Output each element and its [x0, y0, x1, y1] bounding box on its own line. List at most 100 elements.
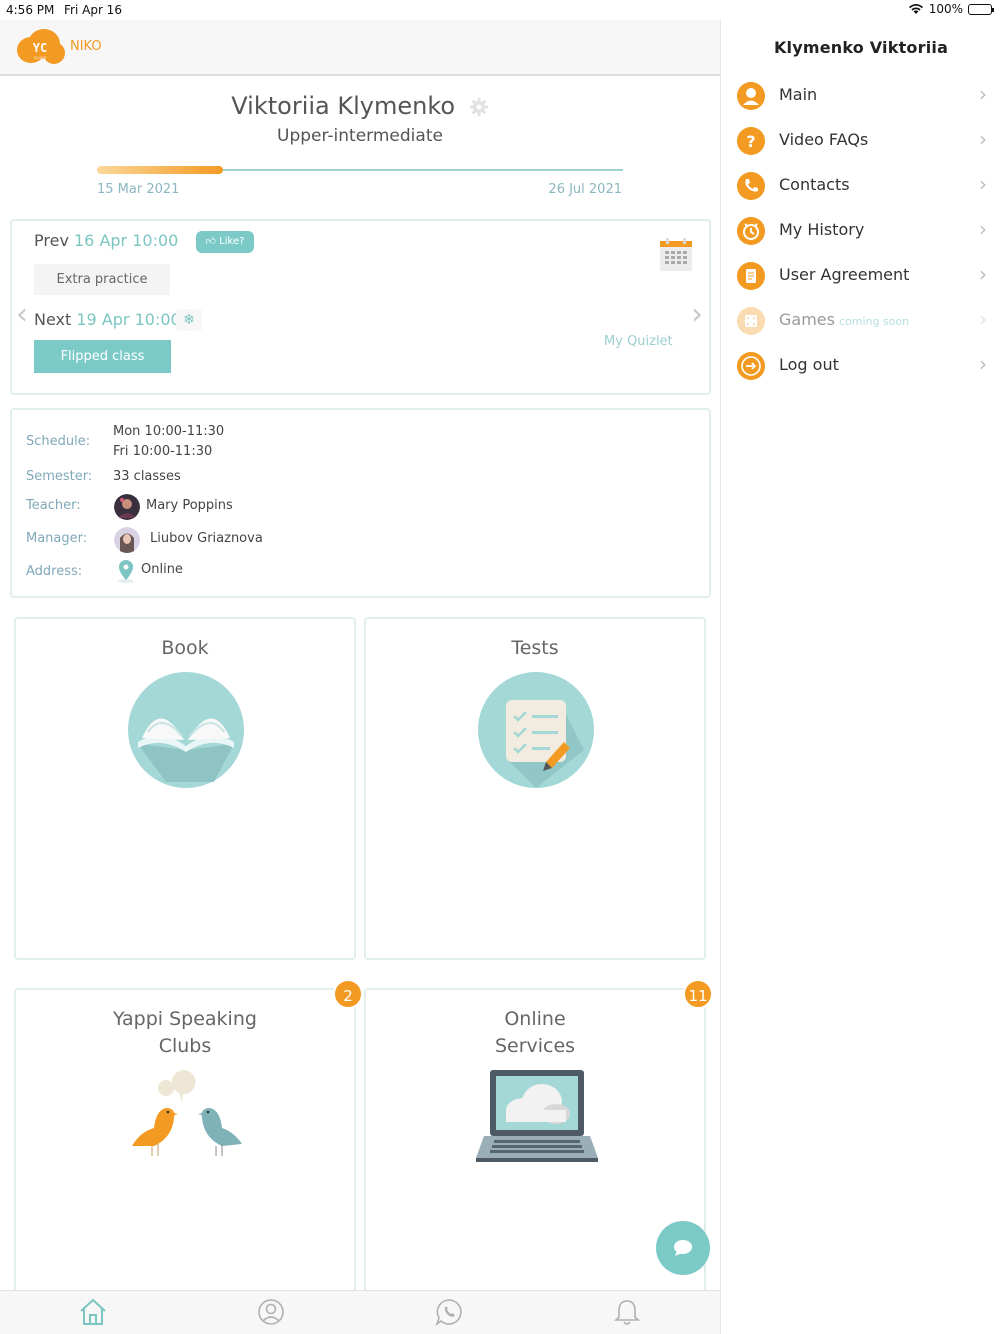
brand-logo[interactable]: YC CLOUD [16, 28, 66, 66]
like-label: Like? [219, 236, 245, 247]
like-button[interactable]: 👍︎ Like? [196, 231, 254, 253]
prev-lesson[interactable]: Prev 16 Apr 10:00 [34, 231, 178, 250]
snowflake-icon[interactable]: ❄ [176, 309, 202, 331]
chevron-right-icon: › [979, 127, 987, 151]
manager-name[interactable]: Liubov Griaznova [150, 531, 263, 546]
yappi-title-line-2: Clubs [158, 1035, 212, 1057]
status-bar: 4:56 PM Fri Apr 16 100% [0, 0, 1000, 20]
chevron-right-icon: › [979, 307, 987, 331]
teacher-label: Teacher: [26, 498, 81, 513]
tests-tile[interactable]: Tests [364, 617, 706, 960]
schedule-line-2: Fri 10:00-11:30 [113, 444, 213, 459]
manager-label: Manager: [26, 531, 88, 546]
chevron-right-icon: › [979, 352, 987, 376]
phone-icon [737, 172, 765, 200]
next-label: Next [34, 310, 72, 329]
main-panel: YC CLOUD NIKO Viktoriia Klymenko Upper-i… [0, 20, 720, 1334]
birds-icon [132, 1069, 242, 1156]
chevron-right-icon: › [979, 217, 987, 241]
logout-icon [737, 352, 765, 380]
address-label: Address: [26, 564, 83, 579]
course-progress-fill [97, 166, 223, 174]
my-quizlet-link[interactable]: My Quizlet [604, 334, 673, 349]
battery-icon [968, 3, 994, 15]
menu-label-main: Main [779, 85, 818, 104]
online-services-tile[interactable]: Online Services [364, 988, 706, 1318]
gear-icon[interactable] [469, 97, 489, 117]
clock-icon [737, 217, 765, 245]
semester-label: Semester: [26, 469, 93, 484]
yappi-speaking-clubs-tile[interactable]: Yappi Speaking Clubs [14, 988, 356, 1318]
chevron-left-icon[interactable]: ‹ [16, 297, 28, 332]
calendar-icon[interactable] [658, 237, 694, 273]
lessons-card: Prev 16 Apr 10:00 👍︎ Like? Extra practic… [10, 219, 711, 395]
wifi-icon [908, 4, 923, 14]
profile-icon[interactable] [256, 1297, 286, 1327]
home-icon[interactable] [78, 1297, 108, 1327]
chat-bubble-icon [674, 1240, 692, 1256]
side-menu-title: Klymenko Viktoriia [773, 38, 949, 57]
profile-level: Upper-intermediate [277, 126, 443, 146]
location-pin-icon [118, 560, 134, 583]
menu-label-user-agreement: User Agreement [779, 265, 910, 284]
bell-icon[interactable] [612, 1297, 642, 1327]
flipped-class-button[interactable]: Flipped class [34, 340, 171, 373]
online-title-line-1: Online [504, 1008, 566, 1030]
document-icon [737, 262, 765, 290]
thumbs-up-icon: 👍︎ [205, 236, 216, 247]
profile-name-text: Viktoriia Klymenko [231, 92, 456, 120]
course-start-date: 15 Mar 2021 [97, 182, 180, 197]
svg-text:YC: YC [33, 41, 47, 55]
whatsapp-icon[interactable] [434, 1297, 464, 1327]
checklist-icon [478, 672, 594, 788]
chevron-right-icon: › [979, 172, 987, 196]
prev-label: Prev [34, 231, 69, 250]
yappi-badge: 2 [333, 979, 363, 1009]
teacher-avatar[interactable] [114, 494, 140, 520]
chevron-right-icon: › [979, 262, 987, 286]
book-tile[interactable]: Book [14, 617, 356, 960]
menu-item-contacts[interactable]: Contacts › [721, 166, 1000, 206]
status-date: Fri Apr 16 [64, 3, 122, 17]
svg-text:?: ? [746, 132, 755, 151]
status-right: 100% [908, 2, 994, 16]
laptop-cloud-icon [476, 1070, 598, 1162]
profile-name: Viktoriia Klymenko [0, 92, 720, 120]
brand-name: NIKO [70, 39, 102, 54]
manager-avatar[interactable] [114, 527, 140, 553]
svg-text:CLOUD: CLOUD [34, 56, 47, 60]
online-title-line-2: Services [494, 1035, 576, 1057]
games-coming-soon: coming soon [838, 315, 910, 328]
menu-label-contacts: Contacts [779, 175, 850, 194]
extra-practice-button[interactable]: Extra practice [34, 264, 170, 295]
course-info-card: Schedule: Mon 10:00-11:30 Fri 10:00-11:3… [10, 408, 711, 598]
chat-button[interactable] [656, 1221, 710, 1275]
top-bar: YC CLOUD NIKO [0, 20, 720, 76]
menu-item-video-faqs[interactable]: ? Video FAQs › [721, 121, 1000, 161]
menu-item-my-history[interactable]: My History › [721, 211, 1000, 251]
semester-value: 33 classes [113, 469, 181, 484]
menu-label-log-out: Log out [779, 355, 839, 374]
book-title: Book [161, 637, 209, 659]
teacher-name[interactable]: Mary Poppins [146, 498, 233, 513]
prev-date: 16 Apr 10:00 [74, 231, 179, 250]
address-value: Online [141, 562, 183, 577]
user-icon [737, 82, 765, 110]
chevron-right-icon[interactable]: › [691, 297, 703, 332]
open-book-icon [128, 672, 244, 788]
menu-item-log-out[interactable]: Log out › [721, 346, 1000, 386]
menu-label-my-history: My History [779, 220, 865, 239]
schedule-line-1: Mon 10:00-11:30 [113, 424, 225, 439]
menu-label-games: Games coming soon [779, 310, 910, 329]
next-lesson[interactable]: Next 19 Apr 10:00 [34, 310, 181, 329]
menu-item-user-agreement[interactable]: User Agreement › [721, 256, 1000, 296]
bottom-nav [0, 1290, 720, 1334]
yappi-title-line-1: Yappi Speaking [113, 1008, 257, 1030]
course-end-date: 26 Jul 2021 [548, 182, 622, 197]
menu-item-games: Games coming soon › [721, 301, 1000, 341]
menu-item-main[interactable]: Main › [721, 76, 1000, 116]
status-time: 4:56 PM [6, 3, 55, 17]
battery-percent: 100% [928, 2, 963, 16]
menu-label-video-faqs: Video FAQs [779, 130, 869, 149]
dice-icon [737, 307, 765, 335]
